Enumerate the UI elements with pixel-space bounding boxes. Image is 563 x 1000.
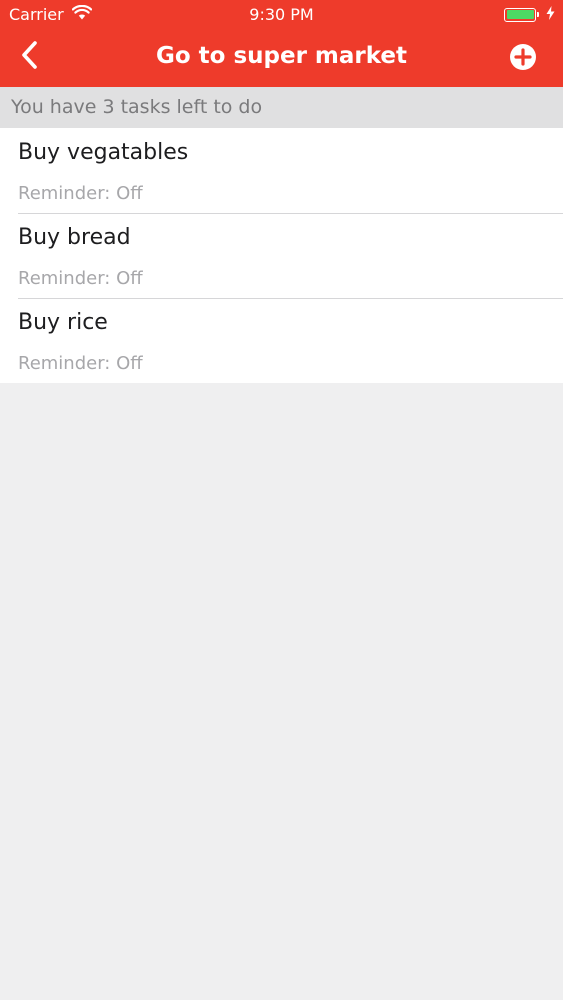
task-reminder-status: Reminder: Off — [18, 183, 143, 204]
task-item-buy-rice[interactable]: Buy rice Reminder: Off — [0, 298, 563, 383]
status-right — [504, 5, 555, 24]
bolt-icon — [546, 5, 555, 24]
task-title: Buy vegatables — [18, 140, 189, 165]
task-title: Buy bread — [18, 225, 131, 250]
task-title: Buy rice — [18, 310, 108, 335]
tasks-left-summary: You have 3 tasks left to do — [0, 87, 563, 128]
add-task-button[interactable] — [509, 43, 537, 71]
task-item-buy-bread[interactable]: Buy bread Reminder: Off — [0, 213, 563, 298]
task-reminder-status: Reminder: Off — [18, 353, 143, 374]
task-reminder-status: Reminder: Off — [18, 268, 143, 289]
battery-level — [506, 10, 534, 19]
status-time: 9:30 PM — [249, 5, 314, 24]
chevron-left-icon — [19, 40, 39, 74]
task-list: Buy vegatables Reminder: Off Buy bread R… — [0, 128, 563, 383]
page-title: Go to super market — [155, 43, 408, 69]
back-button[interactable] — [12, 40, 46, 74]
nav-bar: Go to super market — [0, 28, 563, 87]
task-item-buy-vegatables[interactable]: Buy vegatables Reminder: Off — [0, 128, 563, 213]
status-bar: Carrier 9:30 PM — [0, 0, 563, 28]
plus-circle-icon — [509, 44, 537, 75]
battery-icon — [504, 7, 539, 22]
